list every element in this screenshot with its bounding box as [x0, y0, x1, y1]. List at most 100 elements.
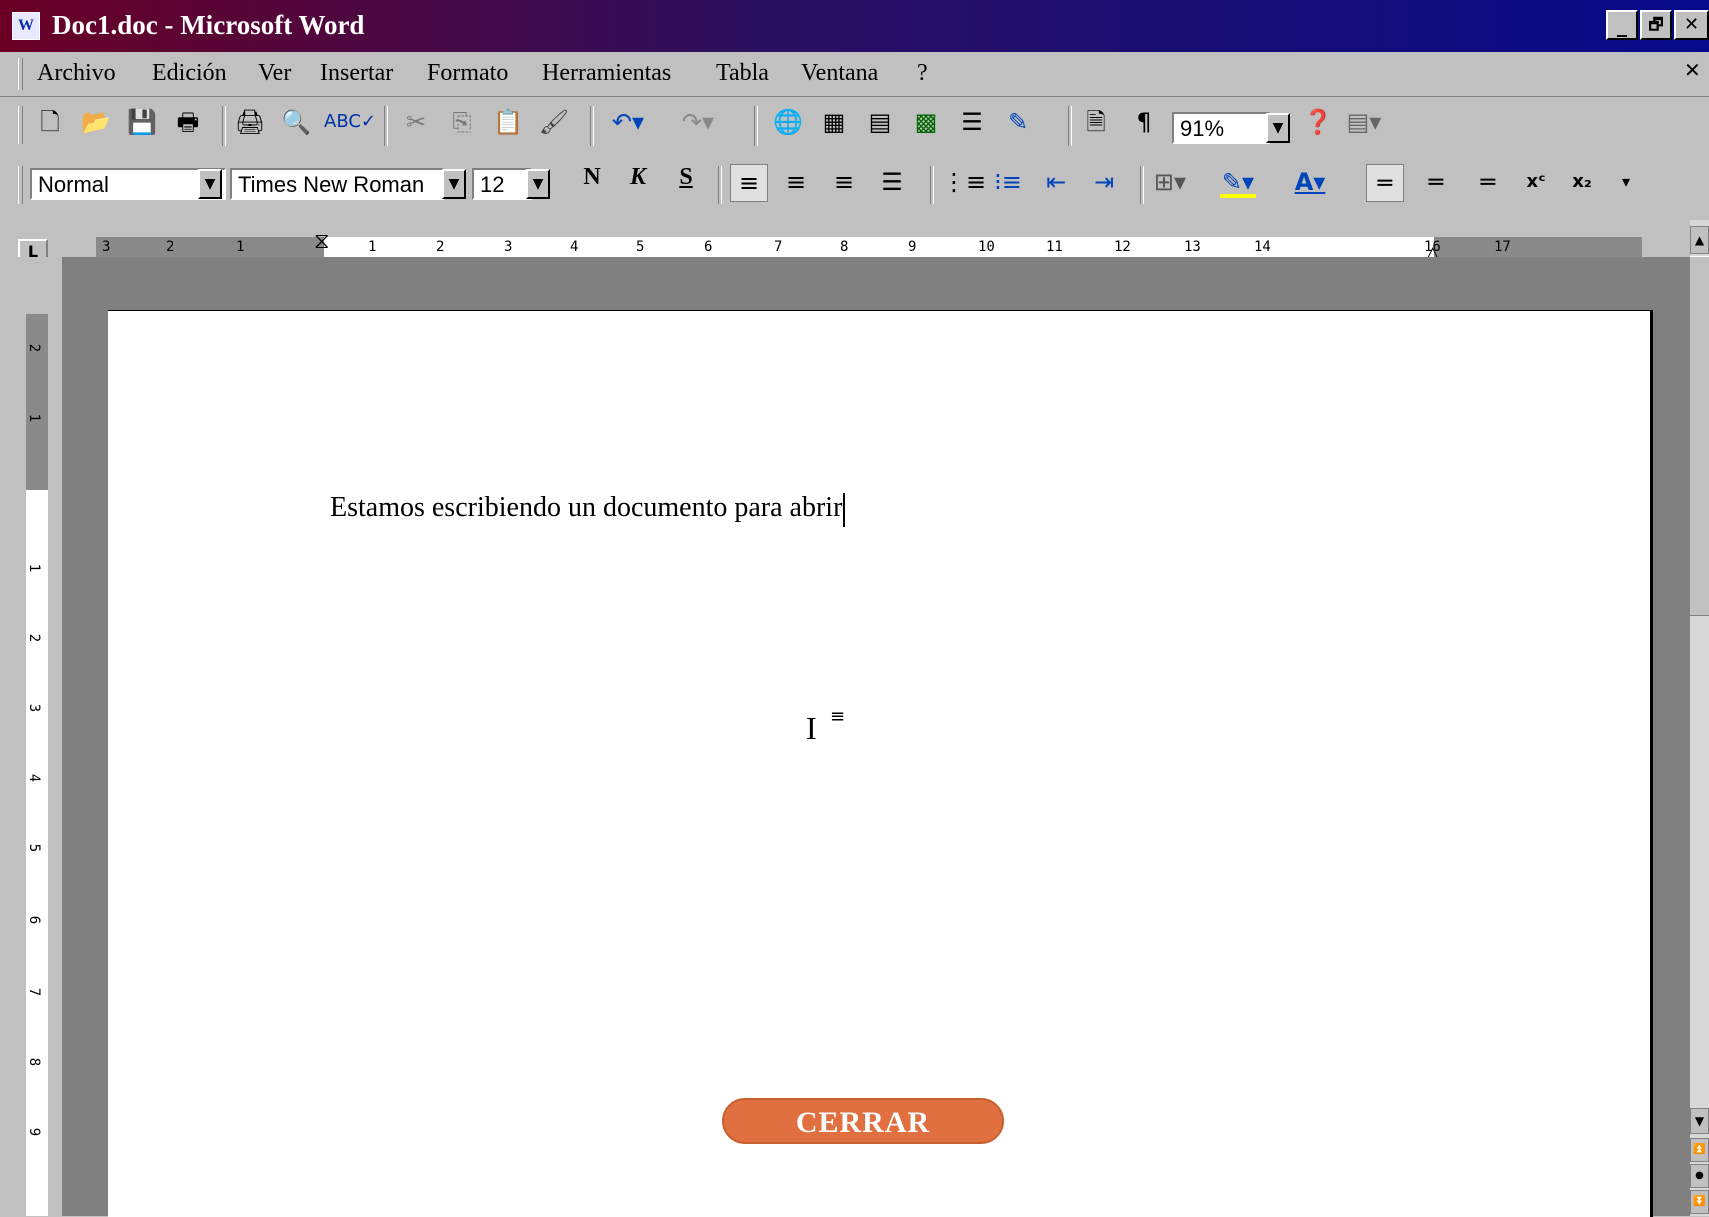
redo-icon[interactable]: ↷▾: [680, 104, 716, 140]
subscript-icon[interactable]: x₂: [1564, 164, 1600, 200]
ruler-label: 9: [908, 239, 917, 255]
separator: [1140, 166, 1144, 204]
restore-button[interactable]: 🗗: [1640, 10, 1672, 40]
insert-table-icon[interactable]: ▤: [862, 104, 898, 140]
menu-archivo[interactable]: Archivo: [37, 60, 116, 87]
ruler-label: 3: [504, 239, 513, 255]
size-dropdown-button[interactable]: ▼: [526, 169, 550, 199]
paste-icon[interactable]: 📋: [490, 104, 526, 140]
new-icon[interactable]: 🗋: [32, 104, 68, 140]
bullets-icon[interactable]: ⁝≡: [990, 164, 1026, 200]
scroll-down-button[interactable]: ▼: [1690, 1108, 1709, 1134]
menu-formato[interactable]: Formato: [427, 60, 508, 87]
scroll-up-button[interactable]: ▲: [1690, 226, 1709, 254]
document-map-icon[interactable]: 🗎: [1078, 104, 1114, 140]
vertical-ruler-label: 6: [26, 915, 43, 925]
double-spacing-icon[interactable]: ═: [1470, 164, 1506, 200]
show-formatting-icon[interactable]: ¶: [1126, 104, 1162, 140]
font-color-icon[interactable]: A▾: [1292, 164, 1328, 200]
more-buttons-icon[interactable]: ▾: [1608, 164, 1644, 200]
ruler-label: 1: [368, 239, 377, 255]
formatting-toolbar: Normal ▼ Times New Roman ▼ 12 ▼ N K S ≡ …: [0, 162, 1709, 206]
decrease-indent-icon[interactable]: ⇤: [1038, 164, 1074, 200]
single-spacing-icon[interactable]: ═: [1366, 164, 1404, 202]
format-painter-icon[interactable]: 🖌: [536, 104, 572, 140]
ruler-label: 8: [840, 239, 849, 255]
next-page-button[interactable]: ⏬: [1690, 1190, 1709, 1214]
vertical-ruler-label: 5: [26, 843, 43, 853]
previous-page-button[interactable]: ⏫: [1690, 1138, 1709, 1162]
ruler-label: 13: [1184, 239, 1201, 255]
copy-icon[interactable]: ⎘: [444, 104, 480, 140]
word-doc-icon[interactable]: W: [12, 12, 40, 40]
scroll-thumb[interactable]: [1690, 256, 1709, 616]
cerrar-button[interactable]: CERRAR: [722, 1098, 1004, 1144]
style-field[interactable]: Normal: [30, 168, 226, 200]
font-field[interactable]: Times New Roman: [230, 168, 444, 200]
columns-icon[interactable]: ☰: [954, 104, 990, 140]
tables-borders-icon[interactable]: ▦: [816, 104, 852, 140]
ruler-label: 17: [1494, 239, 1511, 255]
style-dropdown-button[interactable]: ▼: [198, 169, 222, 199]
zoom-field[interactable]: 91%: [1172, 112, 1270, 144]
align-right-button[interactable]: ≡: [826, 164, 862, 200]
toolbar-grip[interactable]: [18, 166, 23, 204]
highlight-icon[interactable]: ✎▾: [1220, 164, 1256, 198]
toolbar-grip[interactable]: [18, 106, 23, 144]
save-icon[interactable]: 💾: [124, 104, 160, 140]
font-dropdown-button[interactable]: ▼: [442, 169, 466, 199]
borders-icon[interactable]: ⊞▾: [1152, 164, 1188, 200]
undo-icon[interactable]: ↶▾: [610, 104, 646, 140]
close-document-button[interactable]: ✕: [1684, 58, 1701, 82]
menu-ventana[interactable]: Ventana: [801, 60, 878, 87]
separator: [222, 106, 226, 146]
document-text-line[interactable]: Estamos escribiendo un documento para ab…: [330, 492, 846, 527]
menubar-grip[interactable]: [18, 58, 23, 90]
vertical-ruler-label: 9: [26, 1127, 43, 1137]
underline-button[interactable]: S: [668, 164, 704, 200]
ruler-label: 11: [1046, 239, 1063, 255]
vertical-scrollbar[interactable]: ▲ ▼ ⏫ ● ⏬: [1690, 220, 1709, 1216]
menu-herramientas[interactable]: Herramientas: [542, 60, 671, 87]
numbering-icon[interactable]: ⋮≡: [942, 164, 986, 200]
zoom-dropdown-button[interactable]: ▼: [1266, 113, 1290, 143]
print-preview-icon[interactable]: 🔍: [278, 104, 314, 140]
more-buttons-icon[interactable]: ▤▾: [1346, 104, 1382, 140]
insert-excel-icon[interactable]: ▩: [908, 104, 944, 140]
justify-button[interactable]: ☰: [874, 164, 910, 200]
cut-icon[interactable]: ✂: [398, 104, 434, 140]
hyperlink-icon[interactable]: 🌐: [770, 104, 806, 140]
vertical-ruler[interactable]: 2 1 1 2 3 4 5 6 7 8 9: [18, 300, 50, 1216]
drawing-icon[interactable]: ✎: [1000, 104, 1036, 140]
print-icon[interactable]: 🖨: [232, 104, 268, 140]
menu-ver[interactable]: Ver: [258, 60, 291, 87]
bold-button[interactable]: N: [574, 164, 610, 200]
first-line-indent-icon[interactable]: ⧖: [314, 229, 329, 254]
minimize-button[interactable]: _: [1606, 10, 1638, 40]
size-field[interactable]: 12: [472, 168, 532, 200]
increase-indent-icon[interactable]: ⇥: [1086, 164, 1122, 200]
align-center-button[interactable]: ≡: [778, 164, 814, 200]
italic-button[interactable]: K: [620, 164, 656, 200]
menu-tabla[interactable]: Tabla: [716, 60, 769, 87]
vertical-ruler-label: 3: [26, 703, 43, 713]
spelling-icon[interactable]: ABC✓: [324, 104, 376, 140]
align-left-button[interactable]: ≡: [730, 164, 768, 202]
menu-edicion[interactable]: Edición: [152, 60, 227, 87]
separator: [930, 166, 934, 204]
help-icon[interactable]: ❓: [1300, 104, 1336, 140]
print-preview-web-icon[interactable]: 🖶: [170, 104, 206, 140]
standard-toolbar: 🗋 📂 💾 🖶 🖨 🔍 ABC✓ ✂ ⎘ 📋 🖌 ↶▾ ↷▾ 🌐 ▦ ▤ ▩ ☰…: [0, 98, 1709, 154]
close-window-button[interactable]: ✕: [1674, 10, 1709, 40]
menu-insertar[interactable]: Insertar: [320, 60, 393, 87]
vertical-ruler-label: 1: [26, 413, 43, 423]
open-icon[interactable]: 📂: [78, 104, 114, 140]
ruler-label: 7: [774, 239, 783, 255]
menu-help[interactable]: ?: [917, 60, 928, 87]
separator: [754, 106, 758, 146]
select-browse-object-button[interactable]: ●: [1690, 1164, 1709, 1188]
line-spacing-icon[interactable]: ═: [1418, 164, 1454, 200]
horizontal-ruler[interactable]: L 3 2 1 1 2 3 4 5 6 7 8 9 10 11 12 13 14 16 17 ⧖ △: [0, 207, 1709, 267]
superscript-icon[interactable]: xᶜ: [1518, 164, 1554, 200]
document-page[interactable]: [108, 310, 1653, 1217]
